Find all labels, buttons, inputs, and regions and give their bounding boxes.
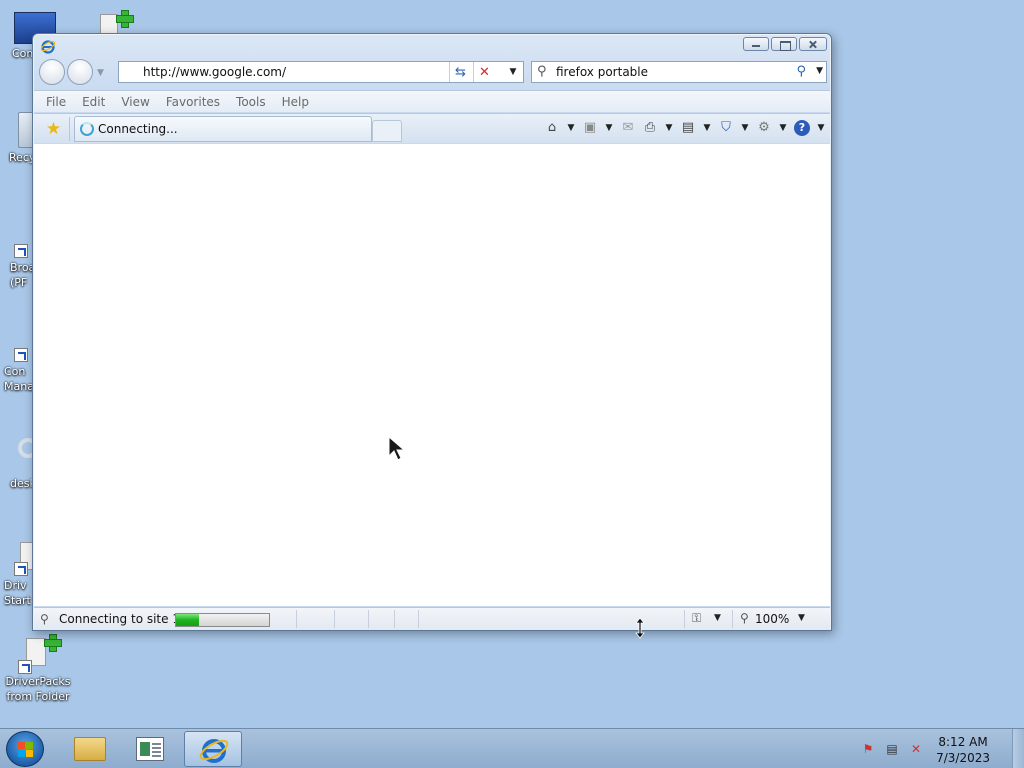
- shortcut-arrow-icon: [14, 244, 28, 258]
- status-divider: [394, 610, 395, 628]
- add-icon: [116, 10, 134, 28]
- page-content[interactable]: [34, 144, 830, 606]
- loading-progress-bar: [175, 613, 270, 627]
- stop-icon[interactable]: ✕: [473, 62, 495, 82]
- resize-cursor-icon: [635, 617, 645, 639]
- volume-muted-icon[interactable]: ✕: [908, 741, 924, 757]
- clock[interactable]: 8:12 AM 7/3/2023: [936, 734, 990, 766]
- taskbar-app-button[interactable]: [120, 731, 178, 767]
- shortcut-arrow-icon: [18, 660, 32, 674]
- shortcut-arrow-icon: [14, 348, 28, 362]
- zoom-icon[interactable]: ⚲: [740, 611, 749, 625]
- status-divider: [732, 610, 733, 628]
- status-search-icon: ⚲: [40, 612, 49, 626]
- clock-date: 7/3/2023: [936, 751, 990, 765]
- safety-shield-icon[interactable]: ⛉: [718, 120, 734, 136]
- folder-icon: [74, 737, 106, 761]
- menu-help[interactable]: Help: [282, 95, 309, 109]
- driverpacks-icon: [18, 634, 62, 674]
- progress-fill: [176, 614, 200, 626]
- desktop-icon-label: Driv Start: [4, 579, 31, 607]
- help-icon[interactable]: ?: [794, 120, 810, 136]
- taskbar-internet-explorer-button[interactable]: [184, 731, 242, 767]
- title-bar[interactable]: [33, 34, 831, 58]
- refresh-icon[interactable]: ⇆: [449, 62, 471, 82]
- status-divider: [418, 610, 419, 628]
- status-bar: ⚲ Connecting to site 14 ⚿ ▼ ⚲ 100% ▼: [34, 607, 830, 630]
- mouse-pointer-icon: [388, 436, 406, 461]
- page-dropdown[interactable]: ▼: [702, 123, 712, 133]
- search-icon[interactable]: ⚲: [796, 64, 806, 79]
- address-input[interactable]: http://www.google.com/: [143, 65, 286, 79]
- home-icon[interactable]: ⌂: [544, 120, 560, 136]
- status-divider: [296, 610, 297, 628]
- navigation-bar: ▼ http://www.google.com/ ⇆ ✕ ▼ ⚲ firefox…: [33, 59, 831, 87]
- menu-view[interactable]: View: [121, 95, 149, 109]
- minimize-button[interactable]: [743, 37, 769, 51]
- taskbar: ⚑ ▤ ✕ 8:12 AM 7/3/2023: [0, 728, 1024, 768]
- forward-button[interactable]: [67, 59, 93, 85]
- tab-label: Connecting...: [98, 122, 178, 136]
- back-button[interactable]: [39, 59, 65, 85]
- action-center-flag-icon[interactable]: ⚑: [860, 741, 876, 757]
- tab-current[interactable]: Connecting...: [74, 116, 372, 142]
- new-tab-button[interactable]: [372, 120, 402, 142]
- feeds-icon[interactable]: ▣: [582, 120, 598, 136]
- command-bar: ⌂ ▼ ▣ ▼ ✉ ⎙ ▼ ▤ ▼ ⛉ ▼ ⚙ ▼ ? ▼: [544, 120, 826, 136]
- start-button[interactable]: [6, 731, 44, 767]
- internet-explorer-icon: [199, 739, 229, 763]
- desktop-icon-label: Broa (PF: [10, 261, 36, 289]
- tools-dropdown[interactable]: ▼: [778, 123, 788, 133]
- zoom-dropdown[interactable]: ▼: [798, 613, 805, 623]
- windows-logo-icon: [18, 742, 34, 758]
- address-bar[interactable]: http://www.google.com/ ⇆ ✕ ▼: [118, 61, 524, 83]
- help-dropdown[interactable]: ▼: [816, 123, 826, 133]
- zoom-level[interactable]: 100%: [755, 612, 789, 626]
- taskbar-explorer-button[interactable]: [60, 731, 118, 767]
- search-box[interactable]: ⚲ firefox portable ⚲ ▼: [531, 61, 827, 83]
- tools-gear-icon[interactable]: ⚙: [756, 120, 772, 136]
- feeds-dropdown[interactable]: ▼: [604, 123, 614, 133]
- system-tray: ⚑ ▤ ✕ 8:12 AM 7/3/2023: [860, 729, 1010, 768]
- menu-bar: File Edit View Favorites Tools Help: [34, 90, 830, 112]
- status-divider: [368, 610, 369, 628]
- favorites-star-icon[interactable]: ★: [38, 117, 70, 141]
- desktop-icon-label: DriverPacks from Folder: [5, 675, 71, 703]
- protected-mode-icon[interactable]: ⚿: [692, 611, 701, 626]
- search-input[interactable]: firefox portable: [556, 65, 648, 79]
- recent-pages-dropdown[interactable]: ▼: [97, 68, 104, 78]
- address-dropdown-icon[interactable]: ▼: [505, 62, 521, 82]
- network-icon[interactable]: ▤: [884, 741, 900, 757]
- protected-mode-dropdown[interactable]: ▼: [714, 613, 721, 623]
- menu-edit[interactable]: Edit: [82, 95, 105, 109]
- desktop-icon-driverpacks[interactable]: DriverPacks from Folder: [0, 634, 76, 704]
- menu-favorites[interactable]: Favorites: [166, 95, 220, 109]
- home-dropdown[interactable]: ▼: [566, 123, 576, 133]
- status-divider: [684, 610, 685, 628]
- clock-time: 8:12 AM: [938, 735, 988, 749]
- shortcut-arrow-icon: [14, 562, 28, 576]
- safety-dropdown[interactable]: ▼: [740, 123, 750, 133]
- page-icon[interactable]: ▤: [680, 120, 696, 136]
- maximize-button[interactable]: [771, 37, 797, 51]
- browser-window[interactable]: ▼ http://www.google.com/ ⇆ ✕ ▼ ⚲ firefox…: [32, 33, 832, 631]
- internet-explorer-icon: [40, 40, 56, 54]
- tab-and-command-bar: ★ Connecting... ⌂ ▼ ▣ ▼ ✉ ⎙ ▼ ▤ ▼ ⛉ ▼ ⚙ …: [34, 113, 830, 143]
- desktop-icon-label: Con Mana: [4, 365, 34, 393]
- menu-tools[interactable]: Tools: [236, 95, 266, 109]
- loading-spinner-icon: [80, 122, 94, 136]
- document-icon: [136, 737, 164, 761]
- menu-file[interactable]: File: [46, 95, 66, 109]
- search-provider-icon: ⚲: [537, 64, 547, 79]
- status-text: Connecting to site 14: [59, 612, 188, 626]
- print-dropdown[interactable]: ▼: [664, 123, 674, 133]
- search-options-dropdown[interactable]: ▼: [816, 66, 823, 76]
- close-button[interactable]: [799, 37, 827, 51]
- print-icon[interactable]: ⎙: [642, 120, 658, 136]
- mail-icon[interactable]: ✉: [620, 120, 636, 136]
- show-desktop-button[interactable]: [1012, 729, 1024, 768]
- add-icon: [44, 634, 62, 652]
- status-divider: [334, 610, 335, 628]
